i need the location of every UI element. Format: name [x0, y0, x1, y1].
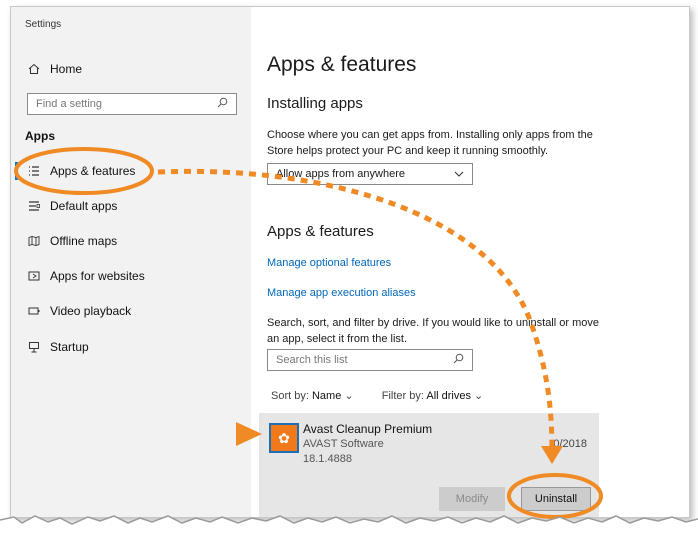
sort-label: Sort by: — [271, 390, 309, 402]
sidebar-item-label: Default apps — [50, 199, 118, 213]
app-list-item[interactable]: ✿ Avast Cleanup Premium AVAST Software 1… — [259, 413, 599, 517]
avast-cleanup-icon: ✿ — [269, 423, 299, 453]
torn-edge — [0, 515, 698, 538]
search-list-input[interactable]: Search this list — [267, 349, 473, 371]
startup-icon — [27, 340, 41, 354]
sidebar-item-label: Video playback — [50, 304, 132, 318]
app-name: Avast Cleanup Premium — [303, 422, 433, 436]
sidebar-item-video-playback[interactable]: Video playback — [27, 298, 237, 324]
sidebar-item-startup[interactable]: Startup — [27, 334, 237, 360]
find-setting-placeholder: Find a setting — [36, 98, 103, 110]
sidebar-section-apps: Apps — [25, 129, 55, 143]
app-install-date: 0/2018 — [553, 438, 587, 450]
sidebar-item-label: Offline maps — [50, 234, 118, 248]
search-icon — [453, 353, 464, 367]
search-icon — [217, 97, 228, 111]
manage-app-execution-aliases-link[interactable]: Manage app execution aliases — [267, 287, 416, 299]
apps-features-heading: Apps & features — [267, 223, 374, 240]
filter-value: All drives — [426, 390, 471, 402]
uninstall-button[interactable]: Uninstall — [521, 487, 591, 511]
sidebar-item-label: Home — [50, 62, 83, 76]
filter-label: Filter by: — [381, 390, 424, 402]
app-source-value: Allow apps from anywhere — [276, 168, 406, 180]
sort-value: Name — [311, 390, 342, 402]
video-icon — [27, 304, 41, 318]
chevron-down-icon: ⌄ — [344, 390, 354, 402]
sidebar-item-label: Startup — [50, 340, 89, 354]
settings-window: Settings Home Find a setting Apps Apps &… — [10, 6, 690, 518]
installing-apps-description: Choose where you can get apps from. Inst… — [267, 129, 593, 157]
window-title: Settings — [25, 19, 62, 30]
manage-optional-features-link[interactable]: Manage optional features — [267, 257, 391, 269]
default-apps-icon — [27, 199, 41, 213]
chevron-down-icon: ⌄ — [474, 390, 484, 402]
installing-apps-heading: Installing apps — [267, 95, 363, 112]
home-icon — [27, 62, 41, 76]
sidebar-item-label: Apps & features — [50, 164, 136, 178]
sidebar-item-label: Apps for websites — [50, 269, 145, 283]
chevron-down-icon — [454, 168, 464, 180]
apps-list-description: Search, sort, and filter by drive. If yo… — [267, 317, 599, 345]
page-title: Apps & features — [267, 53, 417, 76]
app-publisher: AVAST Software — [303, 438, 384, 450]
find-setting-input[interactable]: Find a setting — [27, 93, 237, 115]
sidebar-item-apps-for-websites[interactable]: Apps for websites — [27, 263, 237, 289]
app-version: 18.1.4888 — [303, 453, 352, 465]
list-icon — [27, 164, 41, 178]
main-content: Apps & features Installing apps Choose w… — [259, 7, 689, 517]
sidebar-item-default-apps[interactable]: Default apps — [27, 193, 237, 219]
sidebar-item-apps-features[interactable]: Apps & features — [15, 158, 237, 184]
sort-filter-bar: Sort by: Name ⌄ Filter by: All drives ⌄ — [271, 389, 483, 402]
filter-dropdown[interactable]: Filter by: All drives ⌄ — [382, 390, 484, 402]
web-apps-icon — [27, 269, 41, 283]
sidebar-item-offline-maps[interactable]: Offline maps — [27, 228, 237, 254]
sidebar-item-home[interactable]: Home — [27, 56, 237, 82]
map-icon — [27, 234, 41, 248]
sidebar: Settings Home Find a setting Apps Apps &… — [11, 7, 251, 517]
sort-dropdown[interactable]: Sort by: Name ⌄ — [271, 390, 357, 402]
search-list-placeholder: Search this list — [276, 354, 348, 366]
modify-button[interactable]: Modify — [439, 487, 505, 511]
app-source-dropdown[interactable]: Allow apps from anywhere — [267, 163, 473, 185]
